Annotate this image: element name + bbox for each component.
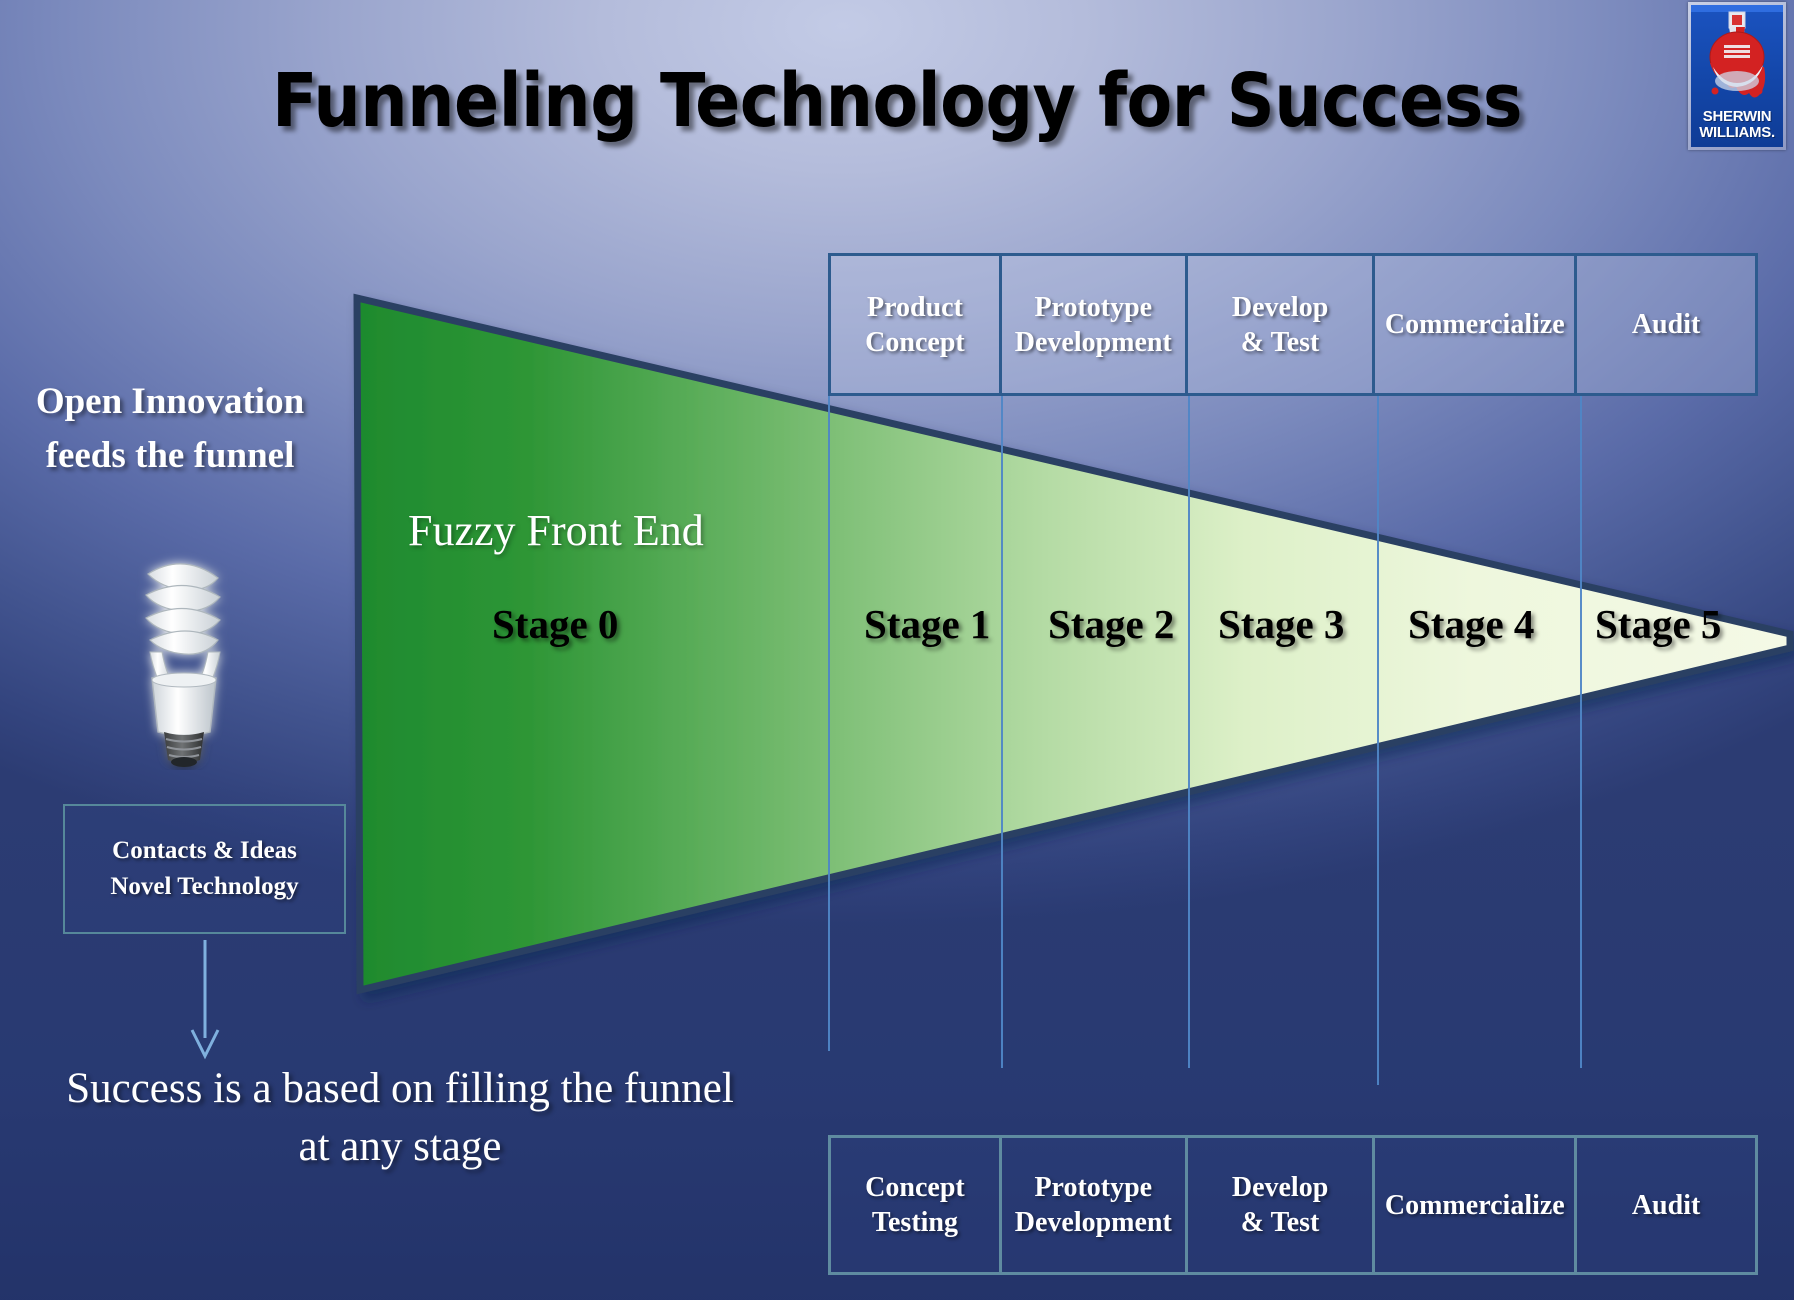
stage-divider-2 bbox=[1001, 396, 1003, 1068]
top-cell-product-concept[interactable]: Product Concept bbox=[831, 256, 1002, 393]
logo-inner: SHERWIN WILLIAMS. bbox=[1691, 5, 1783, 147]
slide-canvas: Funneling Technology for Success SHERWIN… bbox=[0, 0, 1794, 1300]
stage-label-2: Stage 2 bbox=[1048, 601, 1175, 647]
logo-line-2: WILLIAMS. bbox=[1699, 124, 1775, 141]
stage-divider-4 bbox=[1377, 396, 1379, 1085]
success-note-line-2: at any stage bbox=[298, 1123, 502, 1170]
stage-divider-5 bbox=[1580, 396, 1582, 1068]
lightbulb-cfl-icon bbox=[145, 563, 221, 767]
stage-divider-3 bbox=[1188, 396, 1190, 1068]
down-arrow-icon bbox=[190, 940, 220, 1060]
bottom-cell-commercialize[interactable]: Commercialize bbox=[1375, 1138, 1578, 1272]
top-cell-commercialize[interactable]: Commercialize bbox=[1375, 256, 1578, 393]
stage-label-1: Stage 1 bbox=[864, 601, 991, 647]
contacts-ideas-box[interactable]: Contacts & Ideas Novel Technology bbox=[63, 804, 346, 934]
bottom-cell-label: Audit bbox=[1631, 1189, 1701, 1221]
top-cell-label: Develop & Test bbox=[1231, 291, 1329, 358]
bottom-stage-row: Concept Testing Prototype Development Deve… bbox=[828, 1135, 1758, 1275]
paint-can-globe-icon bbox=[1709, 11, 1766, 98]
logo-line-1: SHERWIN bbox=[1702, 108, 1772, 125]
page-title: Funneling Technology for Success bbox=[272, 58, 1522, 144]
contacts-line-1: Contacts & Ideas bbox=[112, 837, 297, 864]
top-cell-audit[interactable]: Audit bbox=[1577, 256, 1755, 393]
top-stage-row: Product Concept Prototype Development Deve… bbox=[828, 253, 1758, 396]
success-note-line-1: Success is a based on filling the funnel bbox=[66, 1065, 734, 1112]
bottom-cell-prototype-development[interactable]: Prototype Development bbox=[1001, 1138, 1188, 1272]
bottom-cell-label: Prototype Development bbox=[1014, 1172, 1172, 1238]
top-cell-label: Audit bbox=[1631, 309, 1701, 340]
bottom-cell-audit[interactable]: Audit bbox=[1577, 1138, 1755, 1272]
bottom-cell-label: Concept Testing bbox=[865, 1172, 965, 1238]
stage-divider-1 bbox=[828, 396, 830, 1051]
success-note: Success is a based on filling the funnel… bbox=[0, 1060, 800, 1176]
contacts-line-2: Novel Technology bbox=[110, 873, 299, 900]
top-cell-label: Prototype Development bbox=[1014, 291, 1172, 358]
bottom-cell-label: Commercialize bbox=[1384, 1189, 1565, 1221]
stage-label-5: Stage 5 bbox=[1595, 601, 1722, 647]
sherwin-williams-logo: SHERWIN WILLIAMS. bbox=[1688, 2, 1786, 150]
top-cell-label: Commercialize bbox=[1384, 309, 1565, 340]
top-cell-develop-and-test[interactable]: Develop & Test bbox=[1187, 256, 1376, 393]
bottom-cell-concept-testing[interactable]: Concept Testing bbox=[831, 1138, 1002, 1272]
bottom-cell-develop-and-test[interactable]: Develop & Test bbox=[1187, 1138, 1376, 1272]
open-innovation-line-2: feeds the funnel bbox=[45, 435, 295, 476]
bottom-cell-label: Develop & Test bbox=[1231, 1172, 1329, 1238]
stage-label-3: Stage 3 bbox=[1218, 601, 1345, 647]
stage-label-4: Stage 4 bbox=[1408, 601, 1535, 647]
open-innovation-line-1: Open Innovation bbox=[35, 381, 305, 422]
open-innovation-callout: Open Innovation feeds the funnel bbox=[0, 375, 340, 483]
stage-label-0: Stage 0 bbox=[492, 601, 619, 647]
top-cell-prototype-development[interactable]: Prototype Development bbox=[1001, 256, 1188, 393]
fuzzy-front-end-label: Fuzzy Front End bbox=[408, 506, 704, 555]
top-cell-label: Product Concept bbox=[865, 291, 965, 358]
logo-wordmark: SHERWIN WILLIAMS. bbox=[1691, 109, 1783, 141]
